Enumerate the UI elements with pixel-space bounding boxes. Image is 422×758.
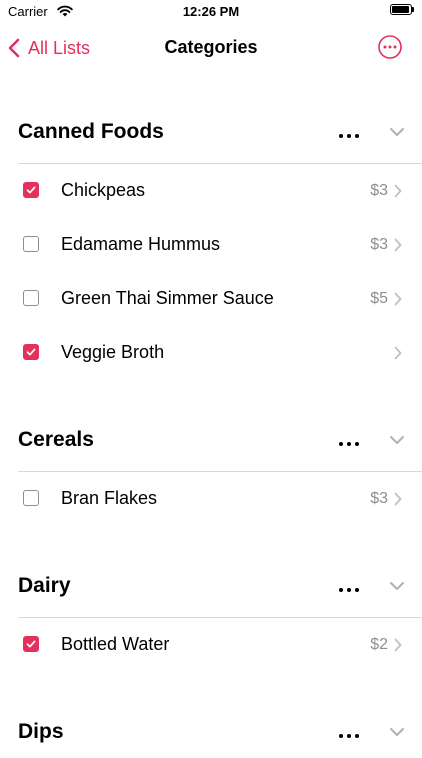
list-item[interactable]: Bottled Water $2 (0, 618, 422, 672)
item-price: $5 (370, 290, 388, 307)
battery-icon (390, 4, 414, 15)
item-price: $3 (370, 182, 388, 199)
chevron-down-icon[interactable] (389, 124, 405, 142)
section-title: Cereals (18, 428, 94, 451)
checkbox-checked[interactable] (23, 344, 39, 360)
checkbox-unchecked[interactable] (23, 290, 39, 306)
page-title: Categories (164, 37, 258, 57)
checkbox-checked[interactable] (23, 636, 39, 652)
section-title: Dips (18, 720, 64, 743)
checkbox-unchecked[interactable] (23, 490, 39, 506)
ellipsis-icon[interactable] (338, 580, 360, 592)
chevron-down-icon[interactable] (389, 724, 405, 742)
chevron-right-icon (394, 238, 402, 257)
chevron-down-icon[interactable] (389, 578, 405, 596)
list-item[interactable]: Edamame Hummus $3 (0, 218, 422, 272)
chevron-down-icon[interactable] (389, 432, 405, 450)
item-name: Veggie Broth (61, 342, 165, 362)
ellipsis-icon[interactable] (338, 434, 360, 446)
ellipsis-icon[interactable] (338, 726, 360, 738)
item-name: Edamame Hummus (61, 234, 221, 254)
section-header-canned-foods[interactable]: Canned Foods (0, 108, 422, 158)
item-name: Bottled Water (61, 634, 170, 654)
list-item[interactable]: Bran Flakes $3 (0, 472, 422, 526)
chevron-right-icon (394, 184, 402, 203)
section-header-dairy[interactable]: Dairy (0, 562, 422, 612)
more-options-button[interactable] (378, 35, 402, 59)
checkbox-unchecked[interactable] (23, 236, 39, 252)
item-name: Chickpeas (61, 180, 146, 200)
status-time: 12:26 PM (182, 4, 240, 19)
chevron-right-icon (394, 292, 402, 311)
list-item[interactable]: Green Thai Simmer Sauce $5 (0, 272, 422, 326)
item-price: $2 (370, 636, 388, 653)
item-name: Bran Flakes (61, 488, 158, 508)
item-price: $3 (370, 490, 388, 507)
section-header-dips[interactable]: Dips (0, 708, 422, 758)
chevron-right-icon (394, 346, 402, 365)
section-title: Canned Foods (18, 120, 164, 143)
chevron-right-icon (394, 638, 402, 657)
section-header-cereals[interactable]: Cereals (0, 416, 422, 466)
list-item[interactable]: Chickpeas $3 (0, 164, 422, 218)
item-name: Green Thai Simmer Sauce (61, 288, 274, 308)
list-item[interactable]: Veggie Broth (0, 326, 422, 380)
chevron-right-icon (394, 492, 402, 511)
item-price: $3 (370, 236, 388, 253)
ellipsis-circle-icon (378, 35, 402, 63)
ellipsis-icon[interactable] (338, 126, 360, 138)
section-title: Dairy (18, 574, 71, 597)
navigation-bar: All Lists Categories (0, 24, 422, 72)
status-bar: Carrier 12:26 PM (0, 0, 422, 24)
checkbox-checked[interactable] (23, 182, 39, 198)
